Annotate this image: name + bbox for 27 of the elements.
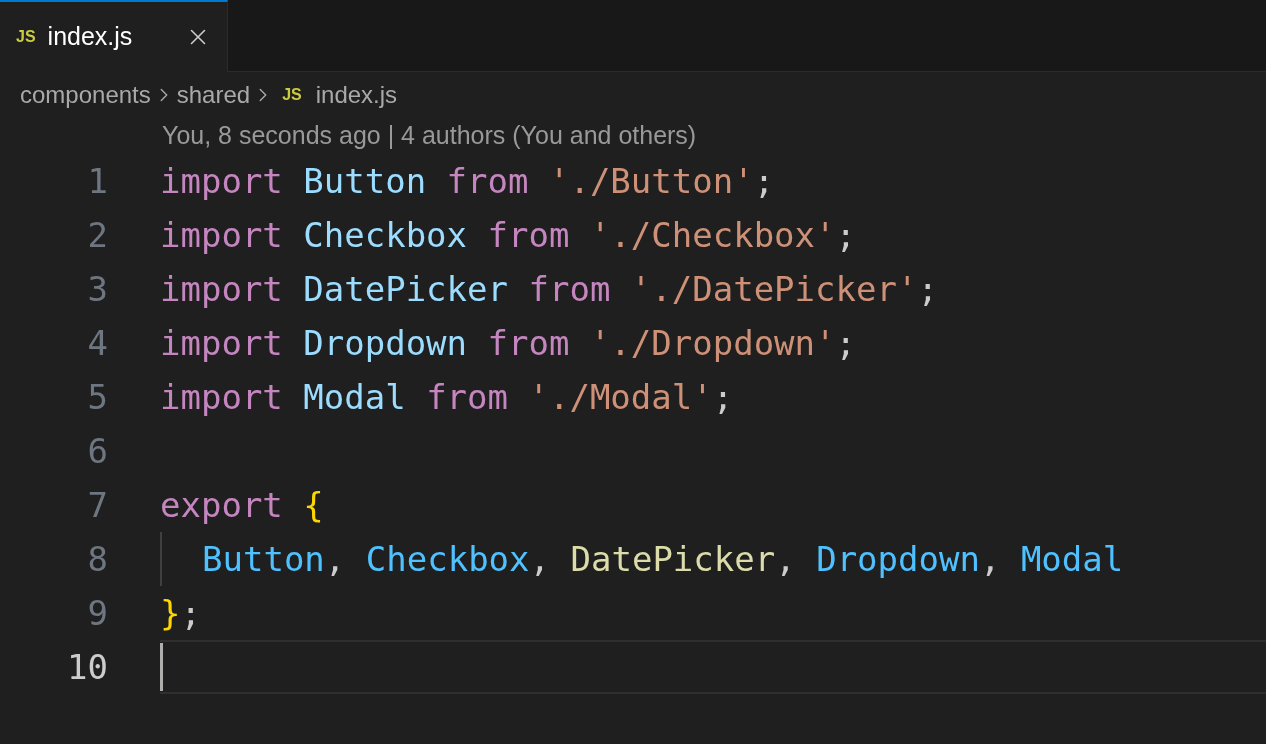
text-cursor <box>160 643 163 691</box>
breadcrumb-item[interactable]: index.js <box>315 77 398 113</box>
line-number: 7 <box>87 483 108 527</box>
code-line: export { <box>160 483 324 527</box>
code-line: import Modal from './Modal'; <box>160 375 734 419</box>
breadcrumb-item[interactable]: components <box>20 77 151 113</box>
line-number: 1 <box>87 159 108 203</box>
line-number: 4 <box>87 321 108 365</box>
line-number: 3 <box>87 267 108 311</box>
line-number: 6 <box>87 429 108 473</box>
code-line: import DatePicker from './DatePicker'; <box>160 267 938 311</box>
code-line: import Dropdown from './Dropdown'; <box>160 321 856 365</box>
code-line: import Button from './Button'; <box>160 159 775 203</box>
line-number: 9 <box>87 591 108 635</box>
code-line: Button, Checkbox, DatePicker, Dropdown, Modal <box>202 537 1124 581</box>
js-file-icon: JS <box>282 83 302 107</box>
code-line: import Checkbox from './Checkbox'; <box>160 213 856 257</box>
line-number: 10 <box>67 645 108 689</box>
js-file-icon: JS <box>16 25 36 49</box>
breadcrumb-item[interactable]: shared <box>176 77 251 113</box>
editor-tab[interactable]: JS index.js <box>0 0 228 72</box>
code-line: }; <box>160 591 201 635</box>
line-number: 2 <box>87 213 108 257</box>
line-number: 5 <box>87 375 108 419</box>
blame-annotation[interactable]: You, 8 seconds ago | 4 authors (You and others) <box>162 117 697 155</box>
line-number: 8 <box>87 537 108 581</box>
tab-label: index.js <box>47 21 134 53</box>
